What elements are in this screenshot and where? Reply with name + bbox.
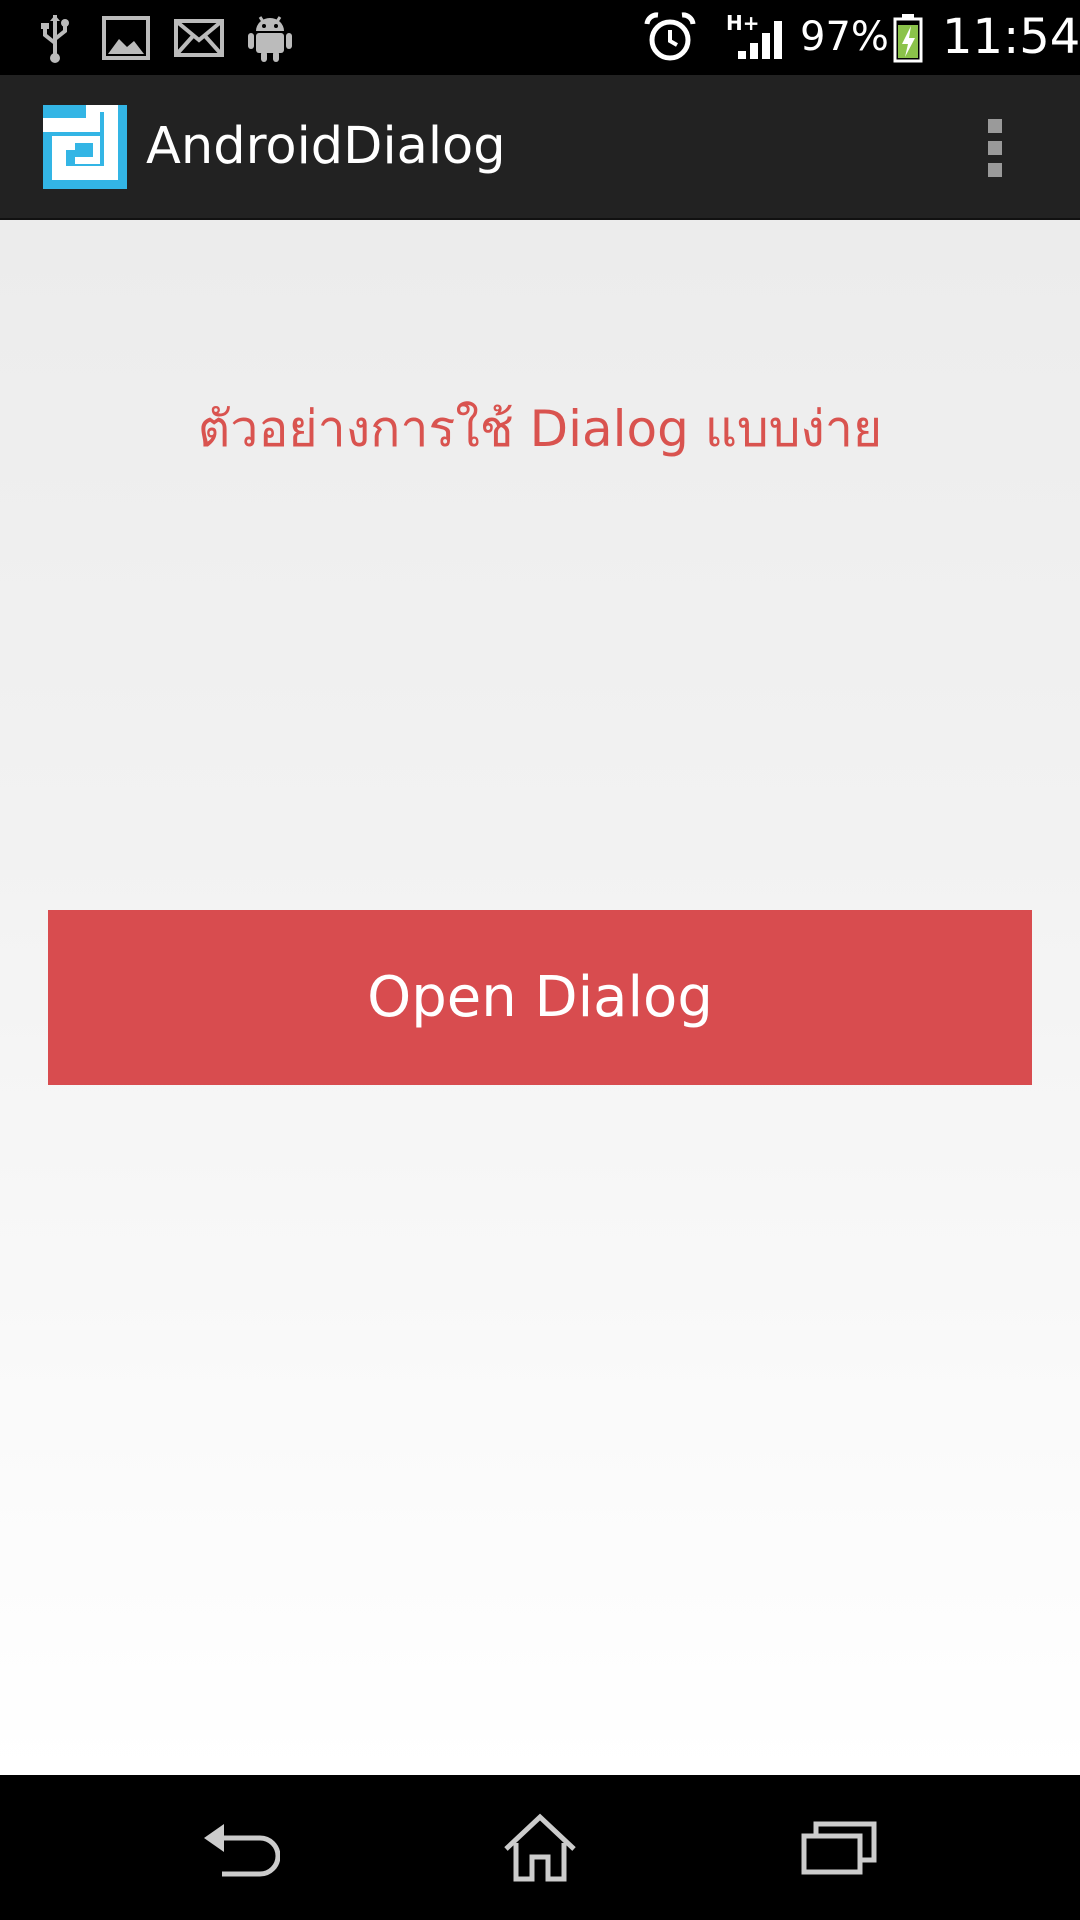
status-bar: H+ 97% 11:54 bbox=[0, 0, 1080, 75]
app-logo-icon[interactable] bbox=[43, 98, 127, 189]
action-bar: AndroidDialog bbox=[0, 75, 1080, 220]
overflow-dot bbox=[988, 119, 1002, 133]
open-dialog-button-label: Open Dialog bbox=[367, 965, 713, 1030]
overflow-dot bbox=[988, 163, 1002, 177]
open-dialog-button[interactable]: Open Dialog bbox=[48, 910, 1032, 1085]
main-content: ตัวอย่างการใช้ Dialog แบบง่าย Open Dialo… bbox=[0, 220, 1080, 1775]
app-title: AndroidDialog bbox=[146, 117, 506, 176]
alarm-icon bbox=[642, 0, 698, 75]
battery-percent: 97% bbox=[800, 14, 889, 60]
android-icon bbox=[244, 0, 296, 75]
overflow-menu-icon[interactable] bbox=[970, 108, 1020, 188]
usb-icon bbox=[30, 0, 80, 75]
overflow-dot bbox=[988, 141, 1002, 155]
image-icon bbox=[100, 0, 152, 75]
page-heading: ตัวอย่างการใช้ Dialog แบบง่าย bbox=[197, 400, 883, 458]
clock-time: 11:54 bbox=[942, 9, 1080, 65]
back-icon[interactable] bbox=[140, 1775, 340, 1920]
battery-charging-icon bbox=[890, 0, 926, 75]
mail-icon bbox=[172, 0, 226, 75]
navigation-bar bbox=[0, 1775, 1080, 1920]
home-icon[interactable] bbox=[440, 1775, 640, 1920]
recent-apps-icon[interactable] bbox=[740, 1775, 940, 1920]
signal-icon bbox=[736, 0, 786, 75]
